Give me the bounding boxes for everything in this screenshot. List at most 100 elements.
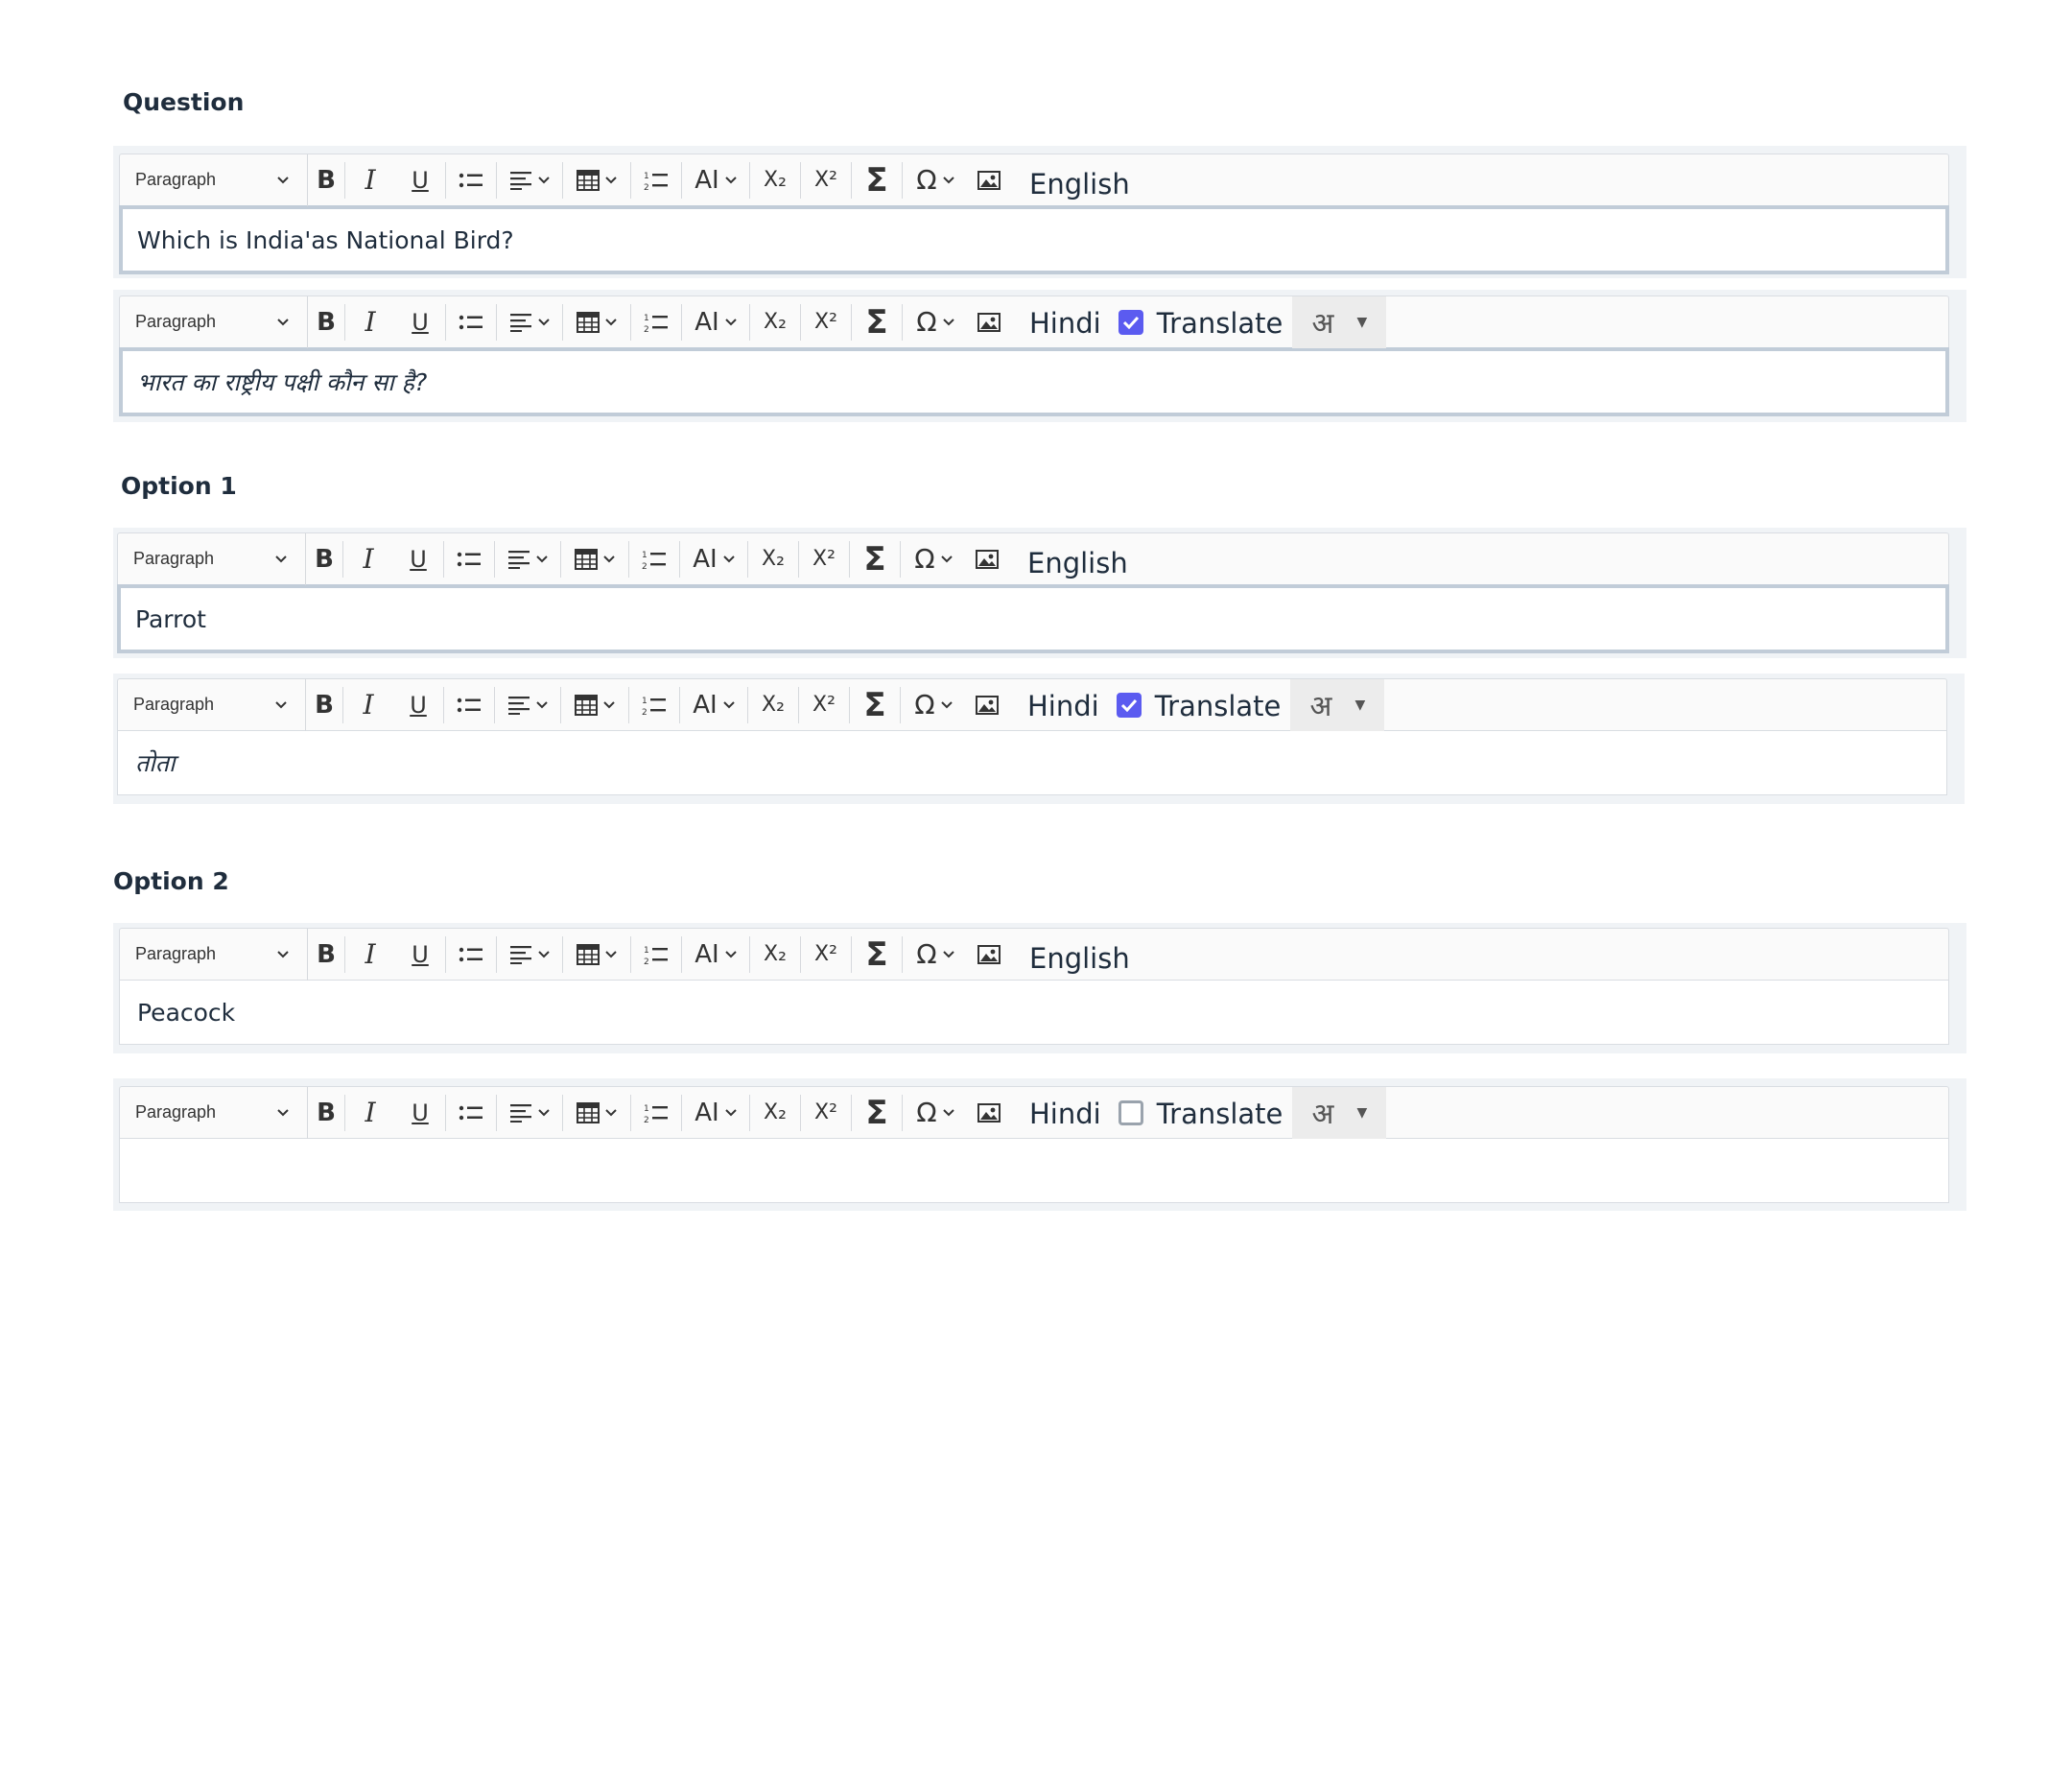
translate-checkbox[interactable] bbox=[1116, 692, 1142, 718]
math-formula-button[interactable]: Σ bbox=[852, 296, 902, 348]
script-dropdown[interactable]: अ ▼ bbox=[1290, 678, 1385, 731]
underline-button[interactable]: U bbox=[393, 679, 443, 731]
alignment-dropdown[interactable] bbox=[495, 679, 560, 731]
superscript-button[interactable]: X² bbox=[801, 1087, 851, 1139]
numbered-list-button[interactable]: 12 bbox=[631, 154, 681, 206]
insert-table-dropdown[interactable] bbox=[561, 533, 628, 585]
math-formula-button[interactable]: Σ bbox=[850, 533, 900, 585]
special-characters-dropdown[interactable]: Ω bbox=[903, 154, 968, 206]
subscript-button[interactable]: X₂ bbox=[750, 1087, 800, 1139]
italic-button[interactable]: I bbox=[345, 1087, 395, 1139]
special-characters-dropdown[interactable]: Ω bbox=[901, 533, 966, 585]
superscript-button[interactable]: X² bbox=[799, 679, 849, 731]
special-characters-dropdown[interactable]: Ω bbox=[903, 1087, 968, 1139]
option1-hindi-editor[interactable]: तोता bbox=[117, 730, 1947, 795]
underline-button[interactable]: U bbox=[393, 533, 443, 585]
alignment-dropdown[interactable] bbox=[497, 296, 562, 348]
italic-button[interactable]: I bbox=[345, 296, 395, 348]
superscript-button[interactable]: X² bbox=[799, 533, 849, 585]
underline-button[interactable]: U bbox=[395, 929, 445, 981]
italic-button[interactable]: I bbox=[343, 533, 393, 585]
option1-english-editor[interactable]: Parrot bbox=[117, 584, 1949, 653]
special-characters-dropdown[interactable]: Ω bbox=[903, 929, 968, 981]
math-formula-button[interactable]: Σ bbox=[852, 154, 902, 206]
bulleted-list-button[interactable] bbox=[444, 533, 494, 585]
bold-button[interactable]: B bbox=[306, 679, 342, 731]
editor-toolbar: Paragraph B I U 12 AI X₂ X² Σ Ω English bbox=[117, 532, 1949, 585]
numbered-list-button[interactable]: 12 bbox=[631, 1087, 681, 1139]
question-english-editor[interactable]: Which is India'as National Bird? bbox=[119, 205, 1949, 274]
numbered-list-button[interactable]: 12 bbox=[631, 296, 681, 348]
bold-button[interactable]: B bbox=[308, 1087, 344, 1139]
superscript-button[interactable]: X² bbox=[801, 296, 851, 348]
translate-checkbox[interactable] bbox=[1118, 1099, 1143, 1125]
alignment-dropdown[interactable] bbox=[497, 154, 562, 206]
bulleted-list-icon bbox=[457, 552, 481, 566]
numbered-list-button[interactable]: 12 bbox=[631, 929, 681, 981]
bold-button[interactable]: B bbox=[306, 533, 342, 585]
math-formula-button[interactable]: Σ bbox=[852, 1087, 902, 1139]
insert-image-button[interactable] bbox=[968, 296, 1010, 348]
insert-image-button[interactable] bbox=[968, 154, 1010, 206]
script-dropdown[interactable]: अ ▼ bbox=[1292, 296, 1387, 348]
bulleted-list-button[interactable] bbox=[444, 679, 494, 731]
underline-button[interactable]: U bbox=[395, 1087, 445, 1139]
numbered-list-button[interactable]: 12 bbox=[629, 679, 679, 731]
font-size-dropdown[interactable]: AI bbox=[682, 1087, 749, 1139]
bulleted-list-button[interactable] bbox=[446, 929, 496, 981]
underline-button[interactable]: U bbox=[395, 296, 445, 348]
italic-button[interactable]: I bbox=[345, 154, 395, 206]
font-size-dropdown[interactable]: AI bbox=[682, 154, 749, 206]
paragraph-format-select[interactable]: Paragraph bbox=[120, 1086, 308, 1139]
bold-button[interactable]: B bbox=[308, 296, 344, 348]
insert-image-button[interactable] bbox=[968, 1087, 1010, 1139]
paragraph-format-select[interactable]: Paragraph bbox=[118, 532, 306, 585]
insert-image-button[interactable] bbox=[968, 929, 1010, 981]
subscript-button[interactable]: X₂ bbox=[750, 154, 800, 206]
insert-table-dropdown[interactable] bbox=[563, 154, 630, 206]
paragraph-format-select[interactable]: Paragraph bbox=[120, 928, 308, 981]
script-dropdown[interactable]: अ ▼ bbox=[1292, 1086, 1387, 1139]
subscript-button[interactable]: X₂ bbox=[748, 533, 798, 585]
math-formula-button[interactable]: Σ bbox=[852, 929, 902, 981]
insert-table-dropdown[interactable] bbox=[563, 296, 630, 348]
paragraph-format-select[interactable]: Paragraph bbox=[118, 678, 306, 731]
subscript-button[interactable]: X₂ bbox=[750, 296, 800, 348]
insert-image-button[interactable] bbox=[966, 533, 1008, 585]
subscript-button[interactable]: X₂ bbox=[750, 929, 800, 981]
option2-hindi-editor[interactable] bbox=[119, 1138, 1949, 1203]
superscript-button[interactable]: X² bbox=[801, 154, 851, 206]
numbered-list-button[interactable]: 12 bbox=[629, 533, 679, 585]
superscript-button[interactable]: X² bbox=[801, 929, 851, 981]
paragraph-format-select[interactable]: Paragraph bbox=[120, 154, 308, 206]
math-formula-button[interactable]: Σ bbox=[850, 679, 900, 731]
translate-checkbox[interactable] bbox=[1118, 309, 1143, 335]
font-size-dropdown[interactable]: AI bbox=[682, 929, 749, 981]
alignment-dropdown[interactable] bbox=[497, 929, 562, 981]
bulleted-list-button[interactable] bbox=[446, 1087, 496, 1139]
omega-icon: Ω bbox=[916, 1097, 937, 1128]
option2-english-editor[interactable]: Peacock bbox=[119, 980, 1949, 1045]
font-size-dropdown[interactable]: AI bbox=[682, 296, 749, 348]
bold-button[interactable]: B bbox=[308, 154, 344, 206]
italic-button[interactable]: I bbox=[345, 929, 395, 981]
paragraph-format-select[interactable]: Paragraph bbox=[120, 296, 308, 348]
font-size-dropdown[interactable]: AI bbox=[680, 679, 747, 731]
insert-table-dropdown[interactable] bbox=[563, 929, 630, 981]
bulleted-list-button[interactable] bbox=[446, 296, 496, 348]
question-hindi-editor[interactable]: भारत का राष्ट्रीय पक्षी कौन सा है? bbox=[119, 347, 1949, 416]
special-characters-dropdown[interactable]: Ω bbox=[901, 679, 966, 731]
underline-button[interactable]: U bbox=[395, 154, 445, 206]
insert-image-button[interactable] bbox=[966, 679, 1008, 731]
special-characters-dropdown[interactable]: Ω bbox=[903, 296, 968, 348]
alignment-dropdown[interactable] bbox=[495, 533, 560, 585]
subscript-button[interactable]: X₂ bbox=[748, 679, 798, 731]
bold-button[interactable]: B bbox=[308, 929, 344, 981]
alignment-dropdown[interactable] bbox=[497, 1087, 562, 1139]
font-size-dropdown[interactable]: AI bbox=[680, 533, 747, 585]
insert-table-dropdown[interactable] bbox=[561, 679, 628, 731]
question-english-group: Paragraph B I U 12 AI X₂ X² Σ Ω English bbox=[113, 146, 1966, 278]
italic-button[interactable]: I bbox=[343, 679, 393, 731]
bulleted-list-button[interactable] bbox=[446, 154, 496, 206]
insert-table-dropdown[interactable] bbox=[563, 1087, 630, 1139]
